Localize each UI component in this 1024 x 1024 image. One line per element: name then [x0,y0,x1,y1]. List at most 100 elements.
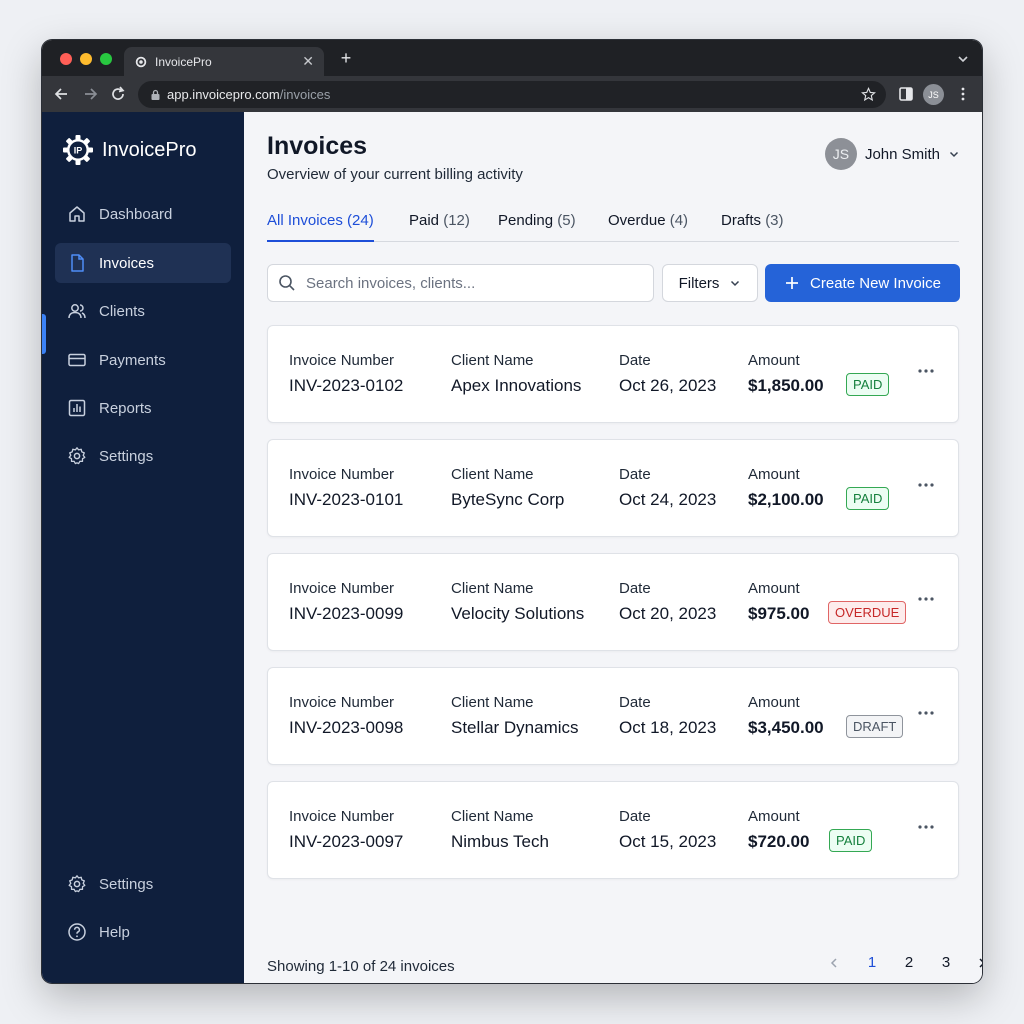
sidebar-item-reports[interactable]: Reports [55,388,231,428]
invoice-amount: $975.00 [748,604,810,623]
browser-tab-bar: InvoicePro ✕ + [42,40,982,76]
document-icon [71,254,84,272]
chevron-right-icon [979,958,982,968]
more-options-icon[interactable] [916,366,936,376]
brand[interactable]: IP InvoicePro [62,134,197,166]
invoice-card[interactable]: Invoice Number INV-2023-0098 Client Name S… [267,667,959,765]
date-cell: Date Oct 26, 2023 [619,352,716,396]
chevron-down-icon [731,280,740,287]
page-3-button[interactable]: 3 [934,954,958,971]
url-host: app.invoicepro.com [167,87,280,102]
back-icon[interactable] [52,84,72,104]
page-1-button[interactable]: 1 [860,954,884,971]
page-title: Invoices [267,132,368,160]
avatar: JS [824,138,857,170]
column-label: Invoice Number [289,352,395,369]
prev-page-button[interactable] [822,954,846,973]
sidebar-item-clients[interactable]: Clients [55,291,231,331]
more-options-icon[interactable] [916,822,936,832]
create-invoice-button[interactable]: Create New Invoice [765,264,960,302]
browser-tab[interactable]: InvoicePro ✕ [124,47,324,76]
amount-cell: Amount $1,850.00 [748,352,824,396]
tab-count: (12) [443,212,470,229]
reload-icon[interactable] [108,84,128,104]
tab-pending[interactable]: Pending (5) [498,212,576,242]
credit-card-icon [68,353,86,367]
user-menu[interactable]: JS John Smith [824,138,960,170]
invoice-date: Oct 18, 2023 [619,718,717,737]
filters-button[interactable]: Filters [662,264,758,302]
invoice-number: INV-2023-0099 [289,604,404,623]
tab-count: (5) [557,212,576,229]
help-icon [68,923,86,941]
next-page-button[interactable] [970,954,982,973]
tab-count: (3) [765,212,784,229]
sidebar-bottom-settings[interactable]: Settings [55,864,231,904]
date-cell: Date Oct 15, 2023 [619,808,716,852]
tab-count: (4) [669,212,689,229]
client-name: Stellar Dynamics [451,718,579,737]
close-window-button[interactable] [60,53,72,65]
maximize-window-button[interactable] [100,53,112,65]
more-options-icon[interactable] [916,708,936,718]
column-label: Amount [748,466,800,483]
active-indicator [42,314,46,354]
tab-all-invoices[interactable]: All Invoices (24) [267,212,374,242]
browser-window: InvoicePro ✕ + app.invoicepro.com/invoic… [42,40,982,983]
tab-drafts[interactable]: Drafts (3) [721,212,784,242]
sidebar-item-label: Clients [99,302,145,320]
search-input[interactable] [306,274,626,292]
tab-count: (24) [347,212,374,229]
client-name: ByteSync Corp [451,490,565,509]
create-invoice-label: Create New Invoice [810,274,941,292]
invoice-number: INV-2023-0098 [289,718,404,737]
sidebar-panel-icon[interactable] [897,85,915,103]
more-options-icon[interactable] [916,594,936,604]
status-tabs: All Invoices (24) Paid (12) Pending (5) … [267,212,959,242]
browser-profile-avatar[interactable]: JS [923,84,944,105]
forward-icon[interactable] [80,84,100,104]
tab-label: Drafts [721,212,762,229]
new-tab-button[interactable]: + [336,48,356,68]
invoice-card[interactable]: Invoice Number INV-2023-0099 Client Name V… [267,553,959,651]
invoice-card[interactable]: Invoice Number INV-2023-0097 Client Name N… [267,781,959,879]
invoice-amount: $1,850.00 [748,376,824,395]
amount-cell: Amount $3,450.00 [748,694,824,738]
column-label: Date [619,352,651,369]
bookmark-star-icon[interactable] [861,87,876,102]
tab-paid[interactable]: Paid (12) [409,212,470,242]
minimize-window-button[interactable] [80,53,92,65]
more-options-icon[interactable] [916,480,936,490]
sidebar-item-invoices[interactable]: Invoices [55,243,231,283]
kebab-menu-icon[interactable] [954,85,972,103]
sidebar-item-label: Payments [99,351,166,369]
sidebar-item-label: Settings [99,875,154,893]
sidebar-item-dashboard[interactable]: Dashboard [55,194,231,234]
tab-label: Overdue [608,212,666,229]
sidebar-item-payments[interactable]: Payments [55,340,231,380]
amount-cell: Amount $720.00 [748,808,809,852]
sidebar: IP InvoicePro Dashboard Invoices Clients… [42,112,244,983]
invoice-date: Oct 20, 2023 [619,604,717,623]
column-label: Client Name [451,694,534,711]
sidebar-item-settings[interactable]: Settings [55,436,231,476]
column-label: Amount [748,694,800,711]
page-2-button[interactable]: 2 [897,954,921,971]
search-box [267,264,654,302]
column-label: Invoice Number [289,466,395,483]
column-label: Invoice Number [289,694,395,711]
tab-overdue[interactable]: Overdue (4) [608,212,688,242]
status-badge: PAID [829,829,873,852]
invoice-number-cell: Invoice Number INV-2023-0101 [289,466,403,510]
client-name-cell: Client Name Nimbus Tech [451,808,549,852]
address-bar[interactable]: app.invoicepro.com/invoices [138,81,886,108]
sidebar-bottom-help[interactable]: Help [55,912,231,952]
client-name: Nimbus Tech [451,832,549,851]
invoicepro-logo-icon: IP [63,135,93,165]
invoice-amount: $3,450.00 [748,718,824,737]
invoice-number-cell: Invoice Number INV-2023-0098 [289,694,403,738]
close-tab-icon[interactable]: ✕ [302,53,314,70]
tab-search-chevron-icon[interactable] [956,52,970,66]
invoice-card[interactable]: Invoice Number INV-2023-0102 Client Name A… [267,325,959,423]
invoice-card[interactable]: Invoice Number INV-2023-0101 Client Name B… [267,439,959,537]
